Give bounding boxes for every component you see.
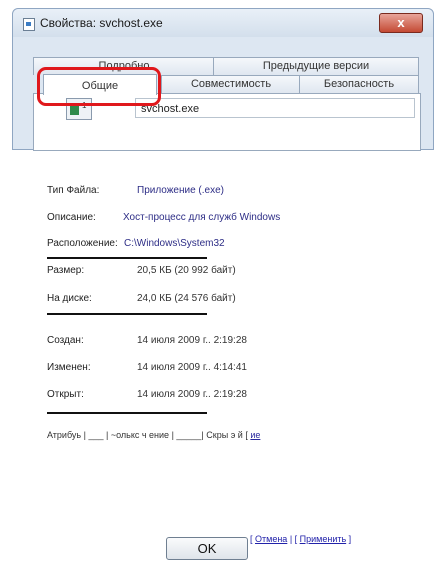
created-value: 14 июля 2009 г.. 2:19:28: [137, 335, 247, 346]
modified-label: Изменен:: [47, 362, 91, 373]
opened-label: Открыт:: [47, 389, 84, 400]
separator-line: [47, 412, 207, 414]
ondisk-value: 24,0 КБ (24 576 байт): [137, 293, 236, 304]
separator-line: [47, 257, 207, 259]
tab-compatibility[interactable]: Совместимость: [161, 75, 301, 93]
ok-button[interactable]: OK: [166, 537, 248, 560]
dialog-links: [ Отмена | [ Применить ]: [250, 534, 352, 544]
description-label: Описание:: [47, 212, 96, 223]
type-value: Приложение (.exe): [137, 185, 224, 196]
tab-security[interactable]: Безопасность: [299, 75, 419, 93]
separator-line: [47, 313, 207, 315]
other-attributes-link[interactable]: ие: [250, 430, 260, 440]
title-bar[interactable]: Свойства: svchost.exe x: [13, 9, 433, 37]
apply-button[interactable]: Применить: [300, 534, 347, 544]
created-label: Создан:: [47, 335, 84, 346]
location-label: Расположение:: [47, 238, 118, 249]
cancel-button[interactable]: Отмена: [255, 534, 287, 544]
opened-value: 14 июля 2009 г.. 2:19:28: [137, 389, 247, 400]
hidden-checkbox-label[interactable]: Скры э й: [206, 430, 243, 440]
file-name-field[interactable]: svchost.exe: [135, 98, 415, 118]
attributes-row: Атрибуь | ___ | ~олькс ч ение | _____| С…: [47, 430, 261, 440]
tab-previous-versions[interactable]: Предыдущие версии: [213, 57, 419, 75]
tab-highlight-ring: [37, 67, 161, 106]
description-value: Хост-процесс для служб Windows: [123, 212, 281, 223]
ondisk-label: На диске:: [47, 293, 92, 304]
properties-window: Свойства: svchost.exe x Подробно Предыду…: [12, 8, 434, 151]
window-app-icon: [23, 18, 35, 31]
attributes-label: Атрибуь: [47, 430, 82, 440]
location-value: C:\Windows\System32: [124, 238, 225, 249]
close-button[interactable]: x: [379, 13, 423, 33]
readonly-checkbox-label[interactable]: ~олькс ч ение: [111, 430, 169, 440]
size-value: 20,5 КБ (20 992 байт): [137, 265, 236, 276]
window-title: Свойства: svchost.exe: [40, 16, 163, 30]
modified-value: 14 июля 2009 г.. 4:14:41: [137, 362, 247, 373]
size-label: Размер:: [47, 265, 85, 276]
type-row: Тип Файла:: [47, 185, 99, 196]
type-label: Тип Файла:: [47, 185, 100, 196]
